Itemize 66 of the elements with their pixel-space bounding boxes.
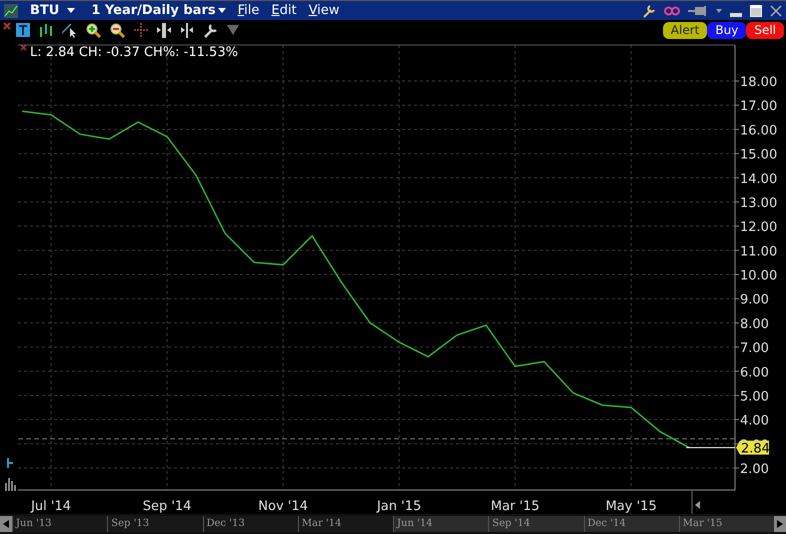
quote-text: L: 2.84 CH: -0.37 CH%: -11.53%	[30, 45, 238, 60]
y-axis-label: 11.00	[740, 244, 778, 260]
price-line-marker	[686, 447, 736, 448]
text-tool-icon[interactable]	[16, 23, 30, 37]
alert-button[interactable]: Alert	[662, 22, 708, 38]
expand-icon[interactable]	[157, 22, 171, 38]
caret-icon[interactable]	[218, 8, 226, 13]
x-axis-label: Jul '14	[31, 499, 72, 514]
y-axis-label: 14.00	[740, 172, 778, 187]
y-axis-label: 15.00	[740, 148, 778, 163]
x-axis-label: Nov '14	[258, 499, 308, 514]
navigator-label: Jun '13	[12, 516, 108, 532]
chart-icon[interactable]	[4, 4, 18, 18]
pin-icon[interactable]	[688, 6, 708, 16]
navigator-label: Dec '14	[584, 516, 679, 532]
scroll-right-button[interactable]	[774, 516, 786, 532]
symbol-label[interactable]: BTU	[30, 0, 60, 20]
menu-item[interactable]: Edit	[271, 0, 297, 20]
y-axis-label: 4.00	[740, 414, 769, 429]
navigator-label: Jun '14	[393, 516, 488, 532]
y-axis-label: 9.00	[740, 292, 769, 308]
caret-icon[interactable]	[67, 8, 76, 13]
y-axis-label: 8.00	[740, 316, 769, 332]
menu-item[interactable]: File	[238, 0, 260, 20]
ref-line-label: 2.84	[741, 442, 770, 457]
wrench-icon[interactable]	[203, 22, 218, 38]
x-axis-label: Jan '15	[376, 499, 422, 514]
y-axis-label: 16.00	[740, 123, 778, 138]
navigator-label: Sep '13	[107, 516, 202, 532]
close-icon[interactable]	[3, 22, 11, 30]
period-label[interactable]: 1 Year/Daily bars	[91, 0, 216, 20]
close-icon[interactable]	[20, 44, 27, 51]
x-axis-label: May '15	[606, 499, 657, 514]
zoom-out-icon[interactable]	[110, 22, 125, 38]
x-axis-label: Mar '15	[490, 499, 540, 514]
scroll-left-button[interactable]	[0, 516, 12, 532]
buy-button[interactable]: Buy	[707, 22, 746, 38]
x-axis-label: Sep '14	[142, 499, 192, 514]
y-axis-label: 12.00	[740, 220, 778, 236]
cursor-icon[interactable]	[7, 457, 14, 469]
navigator-label: Sep '14	[488, 516, 584, 532]
y-axis-label: 6.00	[740, 365, 769, 380]
y-axis-label: 13.00	[740, 196, 778, 211]
navigator-label: Dec '13	[202, 516, 298, 532]
line-pointer-icon[interactable]	[62, 22, 77, 38]
y-axis-label: 5.00	[740, 389, 769, 404]
navigator-label: Mar '15	[678, 516, 774, 532]
wrench-icon[interactable]	[642, 4, 656, 18]
price-tag: 2.84	[736, 440, 770, 457]
sell-button[interactable]: Sell	[746, 22, 784, 38]
crosshair-icon[interactable]	[134, 23, 148, 37]
y-axis-label: 10.00	[740, 268, 778, 284]
arrow-icon[interactable]	[695, 501, 700, 509]
y-axis-label: 18.00	[740, 75, 778, 90]
y-axis-label: 2.00	[740, 462, 769, 477]
menu-item[interactable]: View	[308, 0, 340, 20]
zoom-in-icon[interactable]	[86, 22, 101, 38]
compress-icon[interactable]	[180, 22, 194, 38]
y-axis-label: 7.00	[740, 341, 769, 356]
navigator-label: Mar '14	[298, 516, 393, 532]
volume-icon[interactable]	[5, 477, 16, 492]
bar-chart-icon[interactable]	[39, 23, 53, 37]
link-icon[interactable]	[664, 6, 680, 16]
close-icon[interactable]	[770, 4, 782, 16]
y-axis-label: 17.00	[740, 99, 778, 114]
maximize-icon[interactable]	[750, 4, 762, 16]
